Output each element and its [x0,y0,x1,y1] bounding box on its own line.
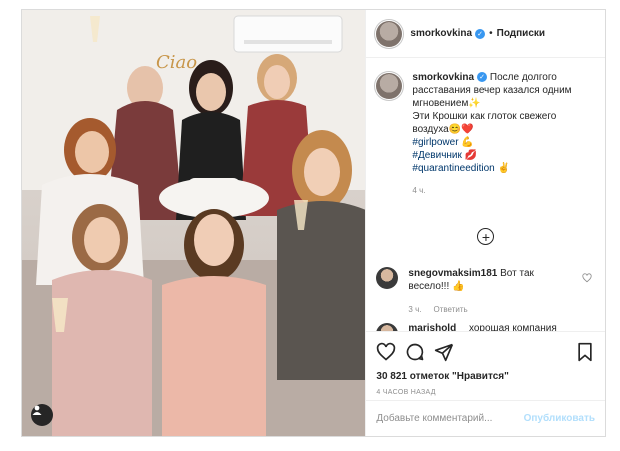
post-photo[interactable]: Ciao [22,10,366,436]
share-icon [435,343,454,362]
action-icons [376,341,595,363]
publish-button[interactable]: Опубликовать [524,413,595,424]
caption-line-2: Эти Крошки как глоток свежего воздуха😊❤️ [412,111,557,135]
post-actions: 30 821 отметок "Нравится" 4 ЧАСОВ НАЗАД [366,331,605,396]
comment-icon [407,343,424,361]
comment-like-heart-icon[interactable] [582,273,592,283]
hashtag-link[interactable]: #quarantineedition ✌️ [412,162,592,175]
post-header: smorkovkina ✓ • Подписки [366,10,605,58]
instagram-post: Ciao smorkovkina ✓ • Подписки smorkovkin… [21,9,606,437]
load-more-comments-icon[interactable]: + [477,228,495,245]
author-avatar[interactable] [376,20,403,47]
reply-button[interactable]: Ответить [433,303,467,316]
comment-input[interactable] [376,413,524,424]
caption-username[interactable]: smorkovkina [412,72,474,83]
heart-icon [377,342,396,361]
like-button[interactable] [376,342,396,362]
verified-badge-icon: ✓ [475,28,486,39]
hashtag-link[interactable]: #Девичник 💋 [412,149,592,162]
comment-meta: 3 ч. Ответить [408,303,573,316]
bookmark-icon [578,342,592,362]
post-sidebar: smorkovkina ✓ • Подписки smorkovkina ✓ По… [365,10,605,436]
commenter-avatar[interactable] [376,323,399,331]
hashtag-link[interactable]: #girlpower 💪 [412,136,592,149]
caption-text: smorkovkina ✓ После долгого расставания в… [412,71,592,197]
commenter-username[interactable]: marishold [408,323,456,331]
author-username[interactable]: smorkovkina [410,28,472,39]
follow-state-button[interactable]: Подписки [497,28,545,39]
commenter-username[interactable]: snegovmaksim181 [408,268,497,279]
user-tag-icon [32,405,42,415]
save-button[interactable] [575,342,595,362]
wall-sign-text: Ciao [156,52,197,73]
header-separator: • [489,28,493,39]
user-tag-button[interactable] [31,404,53,426]
comment-button[interactable] [405,342,425,362]
comments-section: smorkovkina ✓ После долгого расставания в… [366,59,605,331]
comment-item: marishold хорошая компания [376,323,586,331]
comment-text: хорошая компания [468,323,557,331]
group-photo-illustration: Ciao [22,10,366,436]
caption-timestamp[interactable]: 4 ч. [412,184,592,197]
comment-item: snegovmaksim181 Вот так весело!!! 👍 3 ч.… [376,267,596,316]
add-comment-form: Опубликовать [366,400,605,436]
commenter-avatar[interactable] [376,267,399,289]
comment-timestamp[interactable]: 3 ч. [408,303,421,316]
likes-count[interactable]: 30 821 отметок "Нравится" [376,371,595,382]
share-button[interactable] [434,342,454,362]
caption: smorkovkina ✓ После долгого расставания в… [376,71,595,197]
post-timestamp[interactable]: 4 ЧАСОВ НАЗАД [376,389,595,396]
verified-badge-icon: ✓ [477,72,488,83]
comment-body: snegovmaksim181 Вот так весело!!! 👍 3 ч.… [408,267,573,316]
caption-author-avatar[interactable] [376,73,403,99]
